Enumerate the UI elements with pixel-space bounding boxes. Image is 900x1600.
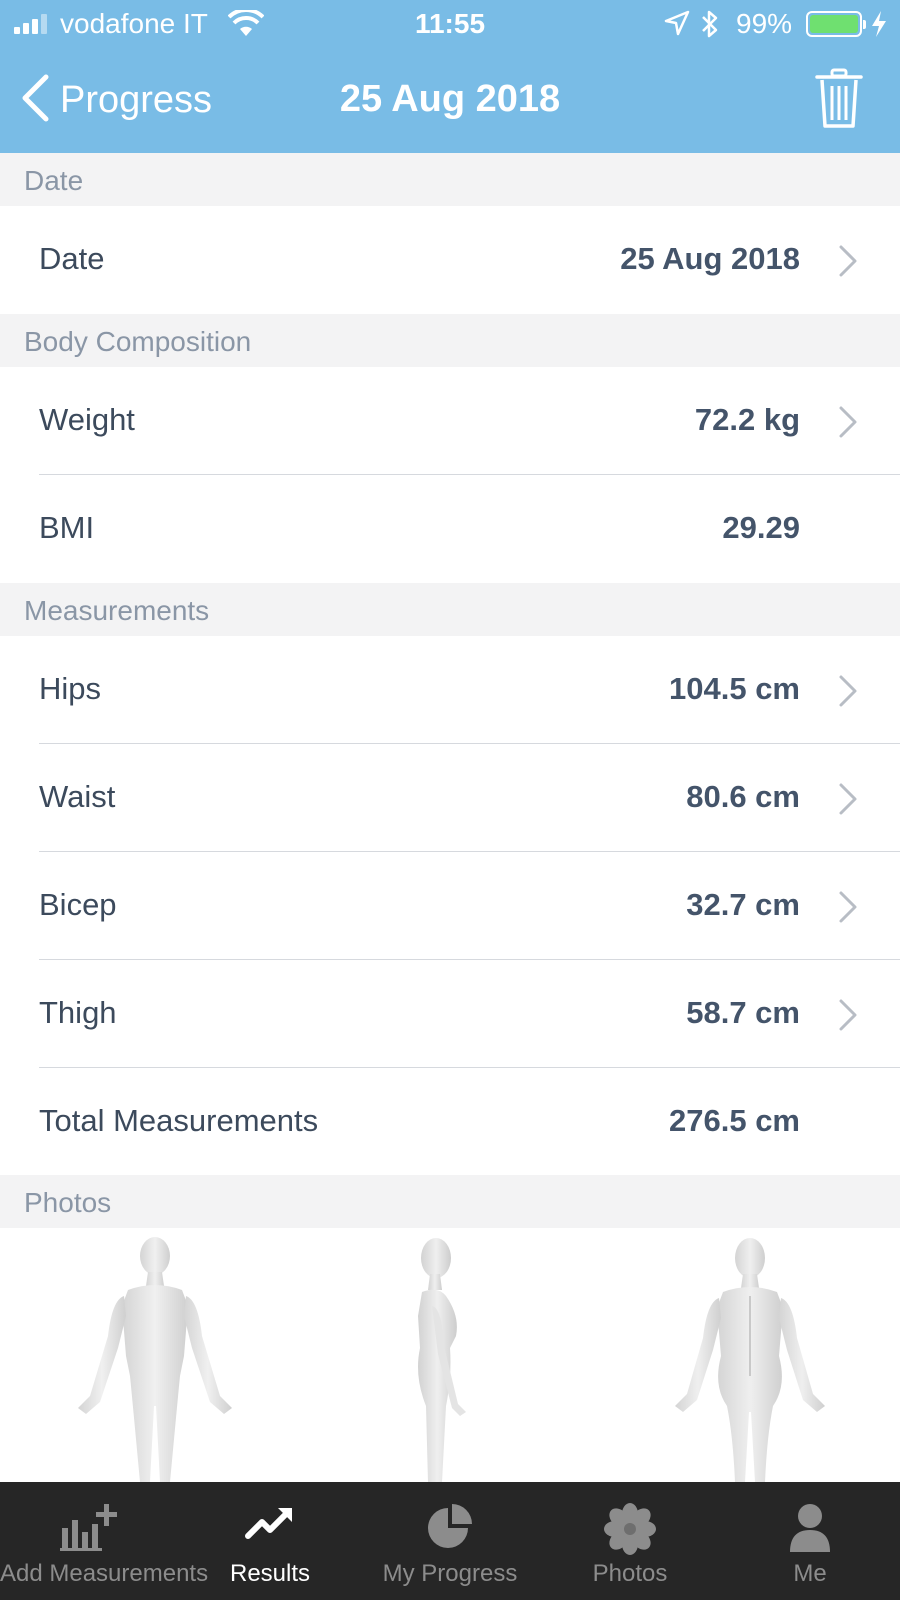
location-arrow-icon [664,10,690,41]
date-group: Date 25 Aug 2018 [0,206,900,314]
row-label: Thigh [39,995,117,1030]
charging-bolt-icon [870,10,888,43]
row-value: 58.7 cm [686,995,800,1030]
chevron-right-icon [838,998,858,1037]
tab-label: Add Measurements [0,1560,209,1587]
pie-chart-icon [424,1502,476,1557]
chevron-right-icon [838,244,858,283]
photo-front[interactable] [60,1236,250,1487]
section-header-label: Measurements [24,595,210,626]
section-header-photos: Photos [0,1175,900,1228]
bluetooth-icon [700,9,720,44]
add-measurements-icon [58,1502,122,1557]
battery-percentage: 99% [736,8,793,39]
row-label: BMI [39,510,95,545]
thigh-row[interactable]: Thigh 58.7 cm [0,960,900,1068]
body-back-silhouette [675,1238,825,1482]
body-front-silhouette [78,1237,232,1482]
photo-side[interactable] [380,1236,500,1487]
chevron-right-icon [838,782,858,821]
row-label: Hips [39,671,102,706]
tab-photos[interactable]: Photos [540,1482,720,1600]
weight-row[interactable]: Weight 72.2 kg [0,367,900,475]
tab-label: Me [793,1560,827,1587]
page-title: 25 Aug 2018 [339,78,561,120]
row-value: 104.5 cm [669,671,800,706]
battery-icon [806,11,866,37]
chevron-right-icon [838,674,858,713]
bmi-row: BMI 29.29 [0,475,900,583]
tab-label: Results [229,1560,311,1587]
tab-label: Photos [592,1560,668,1587]
flower-icon [603,1502,657,1561]
delete-button[interactable] [815,68,863,135]
photos-row [0,1228,900,1482]
section-header-label: Photos [24,1187,112,1218]
tab-results[interactable]: Results [180,1482,360,1600]
row-value: 72.2 kg [694,402,800,437]
measurements-group: Hips 104.5 cm Waist 80.6 cm Bicep 32.7 c… [0,636,900,1176]
section-header-date: Date [0,153,900,206]
photo-back[interactable] [655,1236,845,1487]
row-label: Weight [39,402,135,437]
tab-bar: Add Measurements Results My Progress Pho… [0,1482,900,1600]
tab-my-progress[interactable]: My Progress [360,1482,540,1600]
tab-me[interactable]: Me [720,1482,900,1600]
section-header-body-composition: Body Composition [0,314,900,367]
row-value: 276.5 cm [669,1103,800,1138]
tab-add-measurements[interactable]: Add Measurements [0,1482,209,1600]
hips-row[interactable]: Hips 104.5 cm [0,636,900,744]
navigation-bar: vodafone IT 11:55 99% Progress 25 Aug 20… [0,0,900,153]
chevron-right-icon [838,405,858,444]
trend-up-icon [244,1502,296,1547]
section-header-label: Date [24,165,84,196]
section-header-label: Body Composition [24,326,252,357]
row-value: 25 Aug 2018 [620,241,800,276]
trash-icon [815,68,863,128]
row-label: Waist [39,779,116,814]
row-value: 32.7 cm [686,887,800,922]
status-bar: vodafone IT 11:55 99% [0,0,900,50]
bicep-row[interactable]: Bicep 32.7 cm [0,852,900,960]
body-composition-group: Weight 72.2 kg BMI 29.29 [0,367,900,583]
row-label: Date [39,241,105,276]
date-row[interactable]: Date 25 Aug 2018 [0,206,900,314]
row-label: Bicep [39,887,117,922]
body-side-silhouette [418,1238,466,1482]
person-icon [788,1502,832,1559]
tab-label: My Progress [382,1560,518,1587]
row-label: Total Measurements [39,1103,319,1138]
row-value: 80.6 cm [686,779,800,814]
row-value: 29.29 [722,510,800,545]
total-measurements-row: Total Measurements 276.5 cm [0,1068,900,1176]
section-header-measurements: Measurements [0,583,900,636]
waist-row[interactable]: Waist 80.6 cm [0,744,900,852]
chevron-right-icon [838,890,858,929]
